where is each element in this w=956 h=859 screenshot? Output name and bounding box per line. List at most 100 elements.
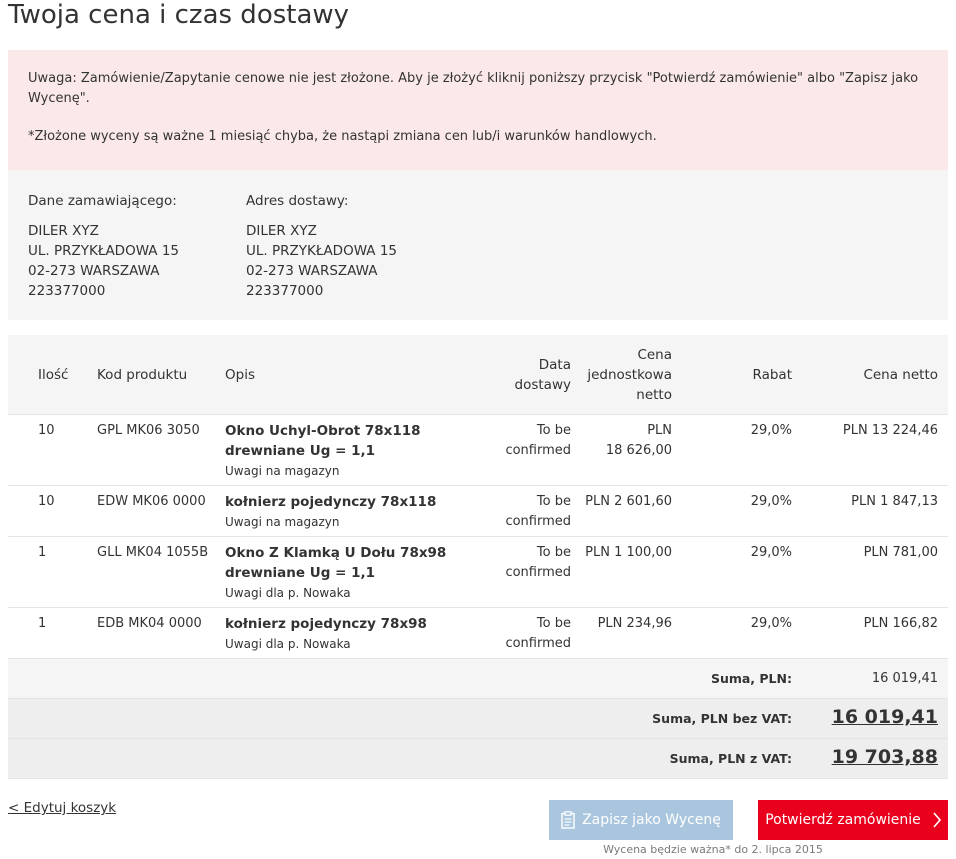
- row-qty: 1: [38, 616, 47, 631]
- row-rabat: 29,0%: [750, 494, 792, 509]
- save-quote-label: Zapisz jako Wycenę: [582, 812, 721, 828]
- row-unit-price: PLN 2 601,60: [585, 494, 672, 509]
- row-rabat: 29,0%: [750, 616, 792, 631]
- delivery-city: 02-273 WARSZAWA: [246, 263, 378, 279]
- row-code: EDW MK06 0000: [97, 494, 206, 509]
- confirm-order-button[interactable]: Potwierdź zamówienie: [758, 800, 948, 840]
- alert-validity-note: *Złożone wyceny są ważne 1 miesiąć chyba…: [28, 129, 657, 144]
- header-date-line1: Data: [538, 357, 571, 373]
- row-delivery-date: To be confirmed: [505, 614, 571, 654]
- order-not-placed-alert: Uwaga: Zamówienie/Zapytanie cenowe nie j…: [8, 50, 948, 170]
- sum-label: Suma, PLN:: [710, 671, 792, 686]
- table-header: Ilość Kod produktu Opis Data dostawy Cen…: [8, 335, 948, 415]
- orderer-details: Dane zamawiającego: DILER XYZ UL. PRZYKŁ…: [28, 191, 179, 301]
- gross-total-value: 19 703,88: [831, 746, 938, 768]
- table-row: 10 EDW MK06 0000 kołnierz pojedynczy 78x…: [8, 486, 948, 537]
- header-unit-price: Cena jednostkowa netto: [587, 345, 672, 405]
- header-net-price: Cena netto: [863, 367, 938, 383]
- delivery-address: Adres dostawy: DILER XYZ UL. PRZYKŁADOWA…: [246, 191, 397, 301]
- row-net-price: PLN 1 847,13: [851, 494, 938, 509]
- row-date-line2: confirmed: [505, 565, 571, 580]
- quote-validity-note: Wycena będzie ważna* do 2. lipca 2015: [603, 843, 823, 856]
- row-date-line2: confirmed: [505, 636, 571, 651]
- row-net-price: PLN 166,82: [863, 616, 938, 631]
- header-qty: Ilość: [38, 367, 69, 383]
- orderer-name: DILER XYZ: [28, 223, 99, 239]
- table-row: 1 GLL MK04 1055B Okno Z Klamką U Dołu 78…: [8, 537, 948, 608]
- row-delivery-date: To be confirmed: [505, 543, 571, 583]
- row-qty: 10: [38, 494, 55, 509]
- row-date-line1: To be: [536, 616, 571, 631]
- row-desc: Okno Z Klamką U Dołu 78x98 drewniane Ug …: [225, 543, 505, 603]
- net-total-label: Suma, PLN bez VAT:: [652, 711, 792, 726]
- row-rabat: 29,0%: [750, 423, 792, 438]
- header-date-line2: dostawy: [514, 377, 571, 393]
- row-desc: kołnierz pojedynczy 78x98 Uwagi dla p. N…: [225, 614, 505, 654]
- row-note: Uwagi na magazyn: [225, 464, 340, 478]
- header-unit-line3: netto: [636, 387, 672, 403]
- row-date-line2: confirmed: [505, 443, 571, 458]
- row-qty: 10: [38, 423, 55, 438]
- alert-message: Uwaga: Zamówienie/Zapytanie cenowe nie j…: [28, 71, 919, 106]
- page-title: Twoja cena i czas dostawy: [8, 0, 350, 30]
- delivery-name: DILER XYZ: [246, 223, 317, 239]
- net-total-row: Suma, PLN bez VAT: 16 019,41: [8, 699, 948, 739]
- sum-value: 16 019,41: [871, 671, 938, 686]
- row-note: Uwagi dla p. Nowaka: [225, 586, 351, 600]
- header-desc: Opis: [225, 367, 255, 383]
- row-code: GLL MK04 1055B: [97, 545, 209, 560]
- row-unit-line2: 18 626,00: [605, 443, 672, 458]
- sum-row: Suma, PLN: 16 019,41: [8, 659, 948, 699]
- row-note: Uwagi na magazyn: [225, 515, 340, 529]
- cart-table: Ilość Kod produktu Opis Data dostawy Cen…: [8, 335, 948, 779]
- gross-total-row: Suma, PLN z VAT: 19 703,88: [8, 739, 948, 779]
- row-date-line1: To be: [536, 545, 571, 560]
- header-code: Kod produktu: [97, 367, 188, 383]
- address-panel: Dane zamawiającego: DILER XYZ UL. PRZYKŁ…: [8, 170, 948, 320]
- header-unit-line2: jednostkowa: [587, 367, 672, 383]
- row-unit-price: PLN 1 100,00: [585, 545, 672, 560]
- row-date-line1: To be: [536, 423, 571, 438]
- row-date-line2: confirmed: [505, 514, 571, 529]
- row-desc: Okno Uchyl-Obrot 78x118 drewniane Ug = 1…: [225, 421, 505, 481]
- row-title-line2: drewniane Ug = 1,1: [225, 565, 376, 581]
- table-row: 1 EDB MK04 0000 kołnierz pojedynczy 78x9…: [8, 608, 948, 659]
- header-unit-line1: Cena: [637, 347, 672, 363]
- orderer-phone: 223377000: [28, 283, 106, 299]
- header-delivery-date: Data dostawy: [515, 355, 571, 395]
- clipboard-icon: [561, 811, 575, 829]
- row-note: Uwagi dla p. Nowaka: [225, 637, 351, 651]
- chevron-right-icon: [933, 812, 941, 828]
- row-code: GPL MK06 3050: [97, 423, 200, 438]
- row-title-line1: Okno Uchyl-Obrot 78x118: [225, 423, 421, 439]
- row-title-line1: kołnierz pojedynczy 78x98: [225, 616, 427, 632]
- row-title-line2: drewniane Ug = 1,1: [225, 443, 376, 459]
- row-delivery-date: To be confirmed: [505, 492, 571, 532]
- row-unit-price: PLN 18 626,00: [606, 421, 672, 461]
- row-rabat: 29,0%: [750, 545, 792, 560]
- edit-cart-link[interactable]: < Edytuj koszyk: [8, 800, 116, 816]
- header-rabat: Rabat: [752, 367, 793, 383]
- delivery-phone: 223377000: [246, 283, 324, 299]
- row-unit-price: PLN 234,96: [597, 616, 672, 631]
- row-code: EDB MK04 0000: [97, 616, 202, 631]
- row-title-line1: Okno Z Klamką U Dołu 78x98: [225, 545, 447, 561]
- orderer-city: 02-273 WARSZAWA: [28, 263, 160, 279]
- table-row: 10 GPL MK06 3050 Okno Uchyl-Obrot 78x118…: [8, 415, 948, 486]
- delivery-street: UL. PRZYKŁADOWA 15: [246, 243, 398, 259]
- confirm-order-label: Potwierdź zamówienie: [765, 812, 921, 828]
- orderer-heading: Dane zamawiającego:: [28, 193, 177, 209]
- row-net-price: PLN 781,00: [863, 545, 938, 560]
- row-qty: 1: [38, 545, 47, 560]
- delivery-heading: Adres dostawy:: [246, 193, 349, 209]
- row-delivery-date: To be confirmed: [505, 421, 571, 461]
- save-quote-button[interactable]: Zapisz jako Wycenę: [549, 800, 733, 840]
- row-net-price: PLN 13 224,46: [842, 423, 938, 438]
- row-date-line1: To be: [536, 494, 571, 509]
- row-title-line1: kołnierz pojedynczy 78x118: [225, 494, 437, 510]
- row-desc: kołnierz pojedynczy 78x118 Uwagi na maga…: [225, 492, 505, 532]
- gross-total-label: Suma, PLN z VAT:: [669, 751, 792, 766]
- orderer-street: UL. PRZYKŁADOWA 15: [28, 243, 180, 259]
- row-unit-line1: PLN: [647, 423, 672, 438]
- net-total-value: 16 019,41: [831, 706, 938, 728]
